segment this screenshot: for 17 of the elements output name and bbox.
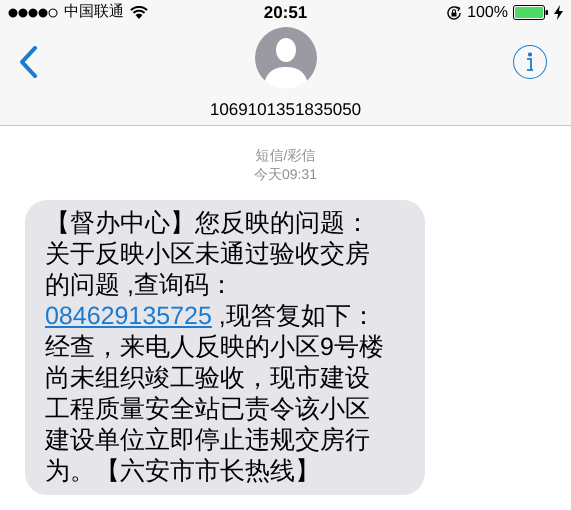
- message-text: 【督办中心】您反映的问题： 关于反映小区未通过验收交房 的问题 ,查询码： 084629135725 ,现答复如下： 经查，来电人反映的小区9号楼 尚未组织竣工验收，现市建设 工程质量安全站已责令该小区 建设单位立即停止违规交房行 为。【六安市市长热线】: [45, 208, 385, 487]
- contact-avatar: [254, 27, 316, 89]
- charging-bolt-icon: [554, 5, 564, 20]
- battery-icon: [513, 5, 550, 20]
- wifi-icon: [130, 6, 148, 19]
- info-icon: [526, 52, 534, 72]
- battery-percent: 100%: [467, 2, 508, 22]
- query-code-link[interactable]: 084629135725: [45, 302, 212, 330]
- back-chevron-icon: [18, 46, 38, 78]
- message-timestamp: 今天09:31: [254, 165, 318, 184]
- clock-time: 20:51: [264, 2, 308, 24]
- info-button[interactable]: [513, 45, 547, 79]
- carrier-name: 中国联通: [64, 2, 124, 22]
- message-type-label: 短信/彩信: [256, 146, 316, 165]
- signal-icon: [8, 8, 58, 18]
- contact-number: 1069101351835050: [210, 99, 362, 121]
- rotation-lock-icon: [446, 4, 462, 20]
